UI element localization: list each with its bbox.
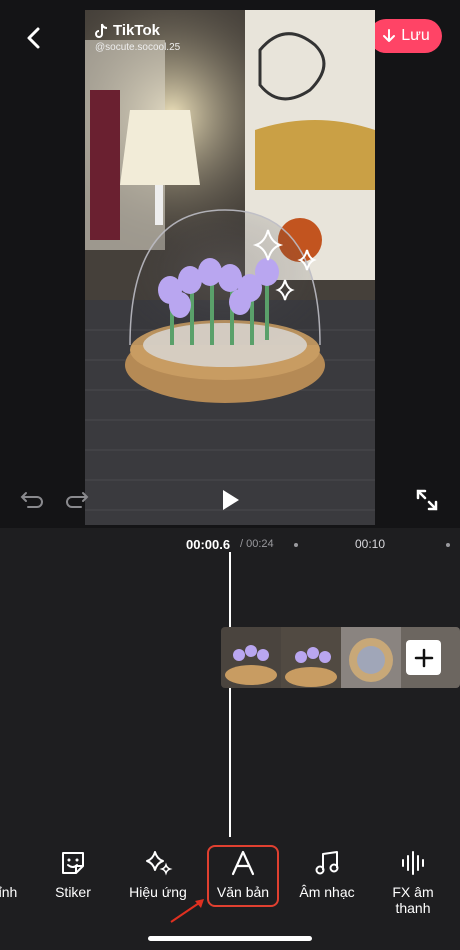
watermark-handle: @socute.socool.25 bbox=[95, 42, 181, 53]
ruler-dot bbox=[294, 543, 298, 547]
save-label: Lưu bbox=[401, 27, 430, 44]
redo-icon bbox=[66, 492, 89, 508]
download-arrow-icon bbox=[383, 29, 396, 42]
clip-thumbnail bbox=[281, 627, 341, 688]
play-button[interactable] bbox=[217, 487, 243, 513]
back-button[interactable] bbox=[18, 22, 50, 54]
annotation-arrow-icon bbox=[170, 899, 204, 923]
video-preview[interactable]: TikTok @socute.socool.25 bbox=[85, 10, 375, 525]
home-indicator bbox=[148, 936, 312, 941]
sparkle-icon bbox=[146, 851, 173, 876]
undo-icon bbox=[20, 492, 43, 508]
tool-label: FX âm thanh bbox=[392, 884, 434, 916]
video-frame-image bbox=[85, 10, 375, 525]
chevron-left-icon bbox=[27, 27, 40, 49]
tool-label: ỉnh bbox=[0, 884, 18, 900]
tool-label: Văn bản bbox=[216, 884, 270, 900]
sticker-icon bbox=[62, 852, 84, 874]
watermark-brand: TikTok bbox=[113, 22, 160, 39]
current-time: 00:00.6 bbox=[186, 537, 231, 552]
save-button[interactable]: Lưu bbox=[369, 19, 442, 53]
ruler-dot bbox=[446, 543, 450, 547]
total-time: / 00:24 bbox=[240, 538, 274, 550]
redo-button[interactable] bbox=[63, 487, 89, 513]
time-marker: 00:10 bbox=[355, 537, 386, 551]
tool-effects[interactable]: Hiệu ứng bbox=[118, 848, 198, 900]
play-icon bbox=[223, 490, 239, 510]
expand-icon bbox=[416, 489, 438, 511]
text-icon bbox=[231, 850, 255, 876]
fullscreen-button[interactable] bbox=[414, 487, 440, 513]
tiktok-logo-icon bbox=[95, 23, 108, 38]
bottom-toolbar: ỉnh Stiker Hiệu ứng Văn bản Âm nhạc FX â… bbox=[0, 840, 460, 930]
plus-icon bbox=[414, 648, 433, 667]
tool-music[interactable]: Âm nhạc bbox=[287, 848, 367, 900]
playhead[interactable] bbox=[229, 552, 231, 837]
tool-label: Stiker bbox=[55, 884, 91, 900]
undo-button[interactable] bbox=[20, 487, 46, 513]
clip-thumbnail bbox=[341, 627, 401, 688]
tiktok-watermark: TikTok @socute.socool.25 bbox=[95, 22, 180, 53]
tool-sound-fx[interactable]: FX âm thanh bbox=[373, 848, 453, 916]
tool-label: Âm nhạc bbox=[299, 884, 355, 900]
add-clip-button[interactable] bbox=[406, 640, 441, 675]
clip-thumbnail bbox=[221, 627, 281, 688]
sound-fx-icon bbox=[402, 851, 424, 875]
tool-sticker[interactable]: Stiker bbox=[33, 848, 113, 900]
tool-text[interactable]: Văn bản bbox=[207, 845, 279, 907]
music-icon bbox=[315, 851, 339, 875]
